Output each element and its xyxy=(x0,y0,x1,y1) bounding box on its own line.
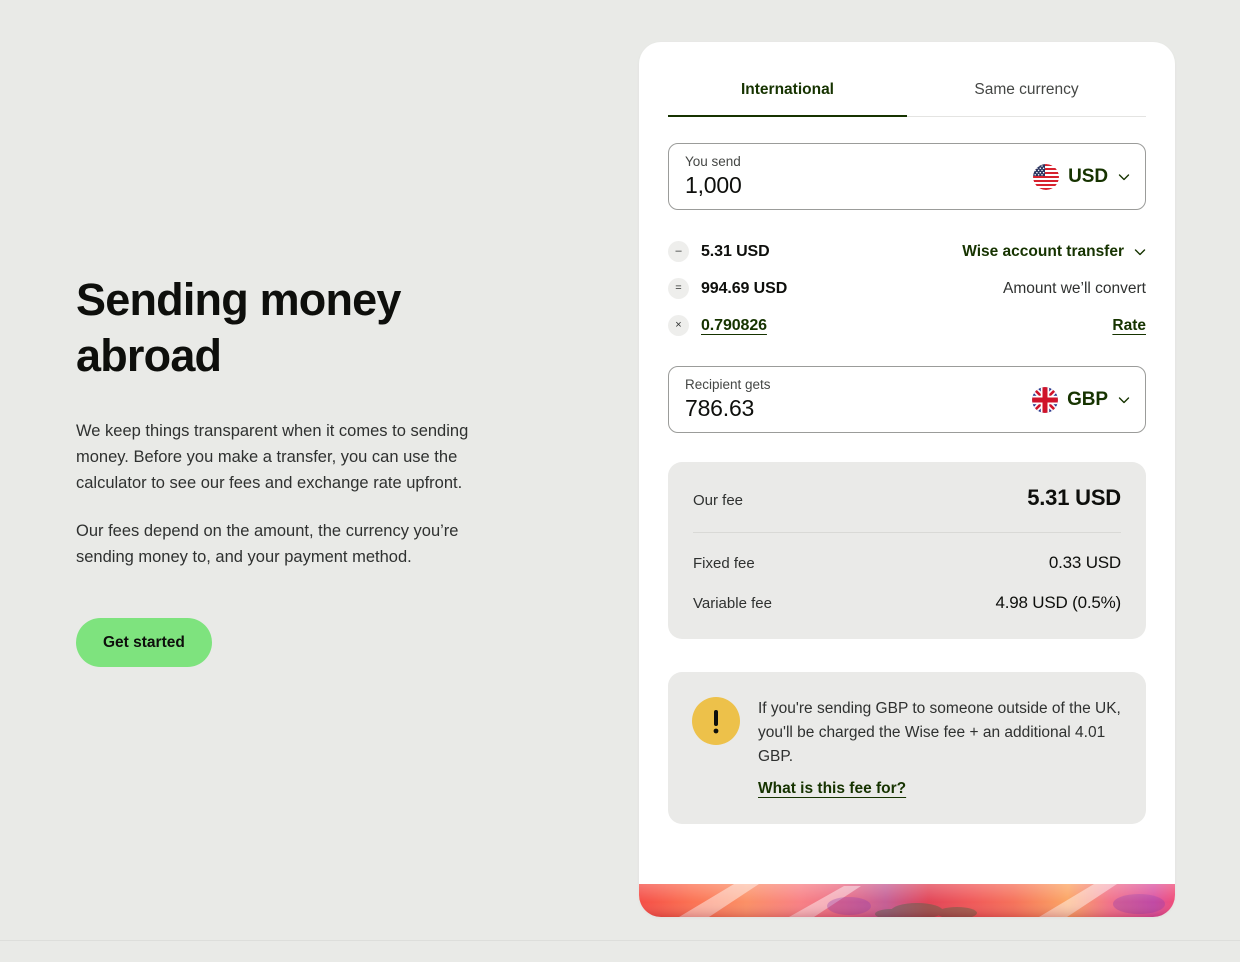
our-fee-value: 5.31 USD xyxy=(1027,485,1121,510)
breakdown-row-rate: × 0.790826 Rate xyxy=(668,307,1146,344)
variable-fee-label: Variable fee xyxy=(693,595,772,612)
what-is-this-fee-for-link[interactable]: What is this fee for? xyxy=(758,780,906,798)
variable-fee-value: 4.98 USD (0.5%) xyxy=(995,593,1122,612)
get-started-button[interactable]: Get started xyxy=(76,618,212,667)
equals-operator-icon: = xyxy=(668,278,689,299)
you-send-input-group[interactable]: You send 1,000 xyxy=(685,153,1033,200)
recipient-gets-field[interactable]: Recipient gets 786.63 GBP xyxy=(668,366,1146,433)
rate-link[interactable]: Rate xyxy=(1112,317,1146,335)
multiply-operator-icon: × xyxy=(668,315,689,336)
intro-paragraph-2: Our fees depend on the amount, the curre… xyxy=(76,522,459,566)
breakdown-convert-label: Amount we’ll convert xyxy=(1002,279,1146,297)
calculator-tabs: International Same currency xyxy=(668,73,1146,117)
breakdown-row-convert: = 994.69 USD Amount we’ll convert xyxy=(668,270,1146,307)
chevron-down-icon xyxy=(1117,170,1130,183)
alert-body: If you're sending GBP to someone outside… xyxy=(758,695,1121,798)
breakdown-fee-value: 5.31 USD xyxy=(701,242,770,260)
tab-international[interactable]: International xyxy=(668,73,907,117)
currency-calculator-card: International Same currency You send 1,0… xyxy=(639,42,1175,917)
chevron-down-icon xyxy=(1117,393,1130,406)
page-title: Sending money abroad xyxy=(76,274,401,381)
recipient-gets-input-group[interactable]: Recipient gets 786.63 xyxy=(685,376,1032,423)
intro-paragraph-1: We keep things transparent when it comes… xyxy=(76,422,469,492)
us-flag-icon xyxy=(1033,163,1060,190)
recipient-gets-input[interactable]: 786.63 xyxy=(685,394,1032,423)
marketing-section: Sending money abroad We keep things tran… xyxy=(76,272,506,667)
variable-fee-row: Variable fee 4.98 USD (0.5%) xyxy=(693,593,1121,613)
payment-method-selector[interactable]: Wise account transfer xyxy=(962,243,1146,261)
alert-message: If you're sending GBP to someone outside… xyxy=(758,700,1121,765)
send-currency-selector[interactable]: USD xyxy=(1033,163,1130,190)
payment-method-label: Wise account transfer xyxy=(962,242,1124,260)
recipient-gets-label: Recipient gets xyxy=(685,377,771,392)
chevron-down-icon xyxy=(1133,245,1146,258)
minus-operator-icon: – xyxy=(668,241,689,262)
breakdown-convert-value: 994.69 USD xyxy=(701,279,788,297)
exchange-rate-value[interactable]: 0.790826 xyxy=(701,317,767,335)
fixed-fee-row: Fixed fee 0.33 USD xyxy=(693,553,1121,573)
our-fee-label: Our fee xyxy=(693,492,744,509)
fee-alert-panel: If you're sending GBP to someone outside… xyxy=(668,672,1146,824)
you-send-input[interactable]: 1,000 xyxy=(685,171,1033,200)
send-currency-code: USD xyxy=(1068,165,1108,187)
card-decorative-strip xyxy=(639,884,1175,917)
gb-flag-icon xyxy=(1032,386,1059,413)
fee-summary-panel: Our fee 5.31 USD Fixed fee 0.33 USD Vari… xyxy=(668,462,1146,639)
page-bottom-divider xyxy=(0,940,1240,941)
fee-breakdown-list: – 5.31 USD Wise account transfer = 994.6… xyxy=(668,233,1146,344)
fixed-fee-label: Fixed fee xyxy=(693,555,755,572)
you-send-field[interactable]: You send 1,000 USD xyxy=(668,143,1146,210)
tab-same-currency[interactable]: Same currency xyxy=(907,73,1146,116)
fixed-fee-value: 0.33 USD xyxy=(1048,553,1121,572)
you-send-label: You send xyxy=(685,154,741,169)
breakdown-row-fee: – 5.31 USD Wise account transfer xyxy=(668,233,1146,270)
receive-currency-code: GBP xyxy=(1067,388,1108,410)
our-fee-row: Our fee 5.31 USD xyxy=(693,485,1121,533)
receive-currency-selector[interactable]: GBP xyxy=(1032,386,1130,413)
exclamation-icon xyxy=(692,697,740,745)
